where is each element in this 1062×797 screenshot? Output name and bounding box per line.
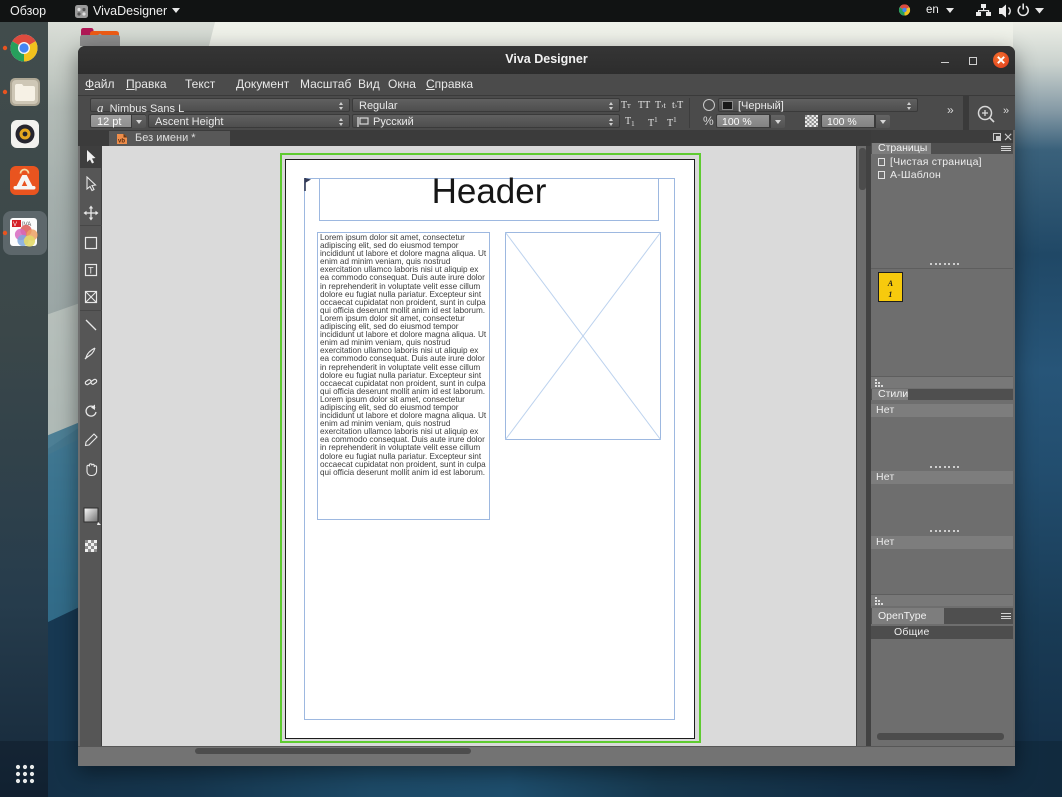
svg-text:T: T (88, 266, 94, 276)
svg-text:V: V (13, 222, 17, 228)
svg-text:vb: vb (118, 138, 125, 144)
